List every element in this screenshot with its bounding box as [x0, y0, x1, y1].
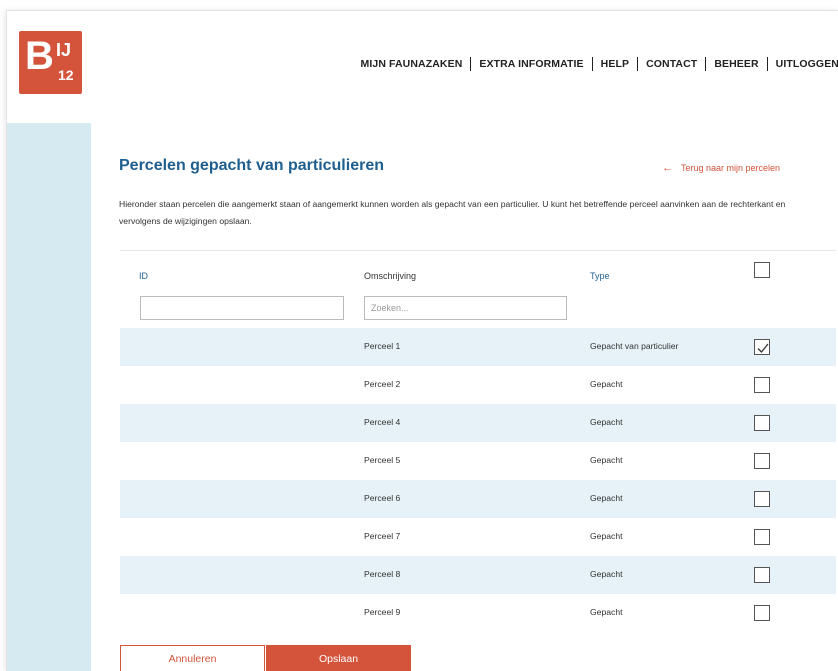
nav-separator — [591, 57, 593, 71]
save-button[interactable]: Opslaan — [266, 645, 411, 671]
table-row: Perceel 8 Gepacht — [120, 556, 836, 594]
table-row: Perceel 9 Gepacht — [120, 594, 836, 632]
row-checkbox[interactable] — [754, 453, 770, 469]
back-link[interactable]: ← Terug naar mijn percelen — [662, 161, 781, 174]
checkmark-icon — [757, 343, 769, 353]
row-checkbox[interactable] — [754, 491, 770, 507]
table-divider — [120, 250, 836, 251]
logo-ij: IJ — [56, 40, 72, 60]
logo-number: 12 — [58, 67, 74, 83]
table-row: Perceel 7 Gepacht — [120, 518, 836, 556]
sidebar — [7, 123, 91, 671]
omschrijving-search-input[interactable] — [364, 296, 567, 320]
table-row: Perceel 2 Gepacht — [120, 366, 836, 404]
row-type: Gepacht — [590, 455, 623, 465]
intro-text: Hieronder staan percelen die aangemerkt … — [119, 199, 786, 226]
app-window: B IJ 12 MIJN FAUNAZAKEN EXTRA INFORMATIE… — [6, 10, 838, 671]
row-description: Perceel 8 — [364, 569, 401, 579]
nav-uitloggen[interactable]: UITLOGGEN — [776, 58, 838, 70]
id-filter-input[interactable] — [140, 296, 344, 320]
row-type: Gepacht van particulier — [590, 341, 679, 351]
row-type: Gepacht — [590, 569, 623, 579]
table-row: Perceel 5 Gepacht — [120, 442, 836, 480]
nav-extra-informatie[interactable]: EXTRA INFORMATIE — [479, 58, 583, 70]
table-row: Perceel 6 Gepacht — [120, 480, 836, 518]
select-all-checkbox[interactable] — [754, 262, 770, 278]
site-header: B IJ 12 MIJN FAUNAZAKEN EXTRA INFORMATIE… — [7, 11, 838, 123]
arrow-left-icon: ← — [662, 161, 673, 174]
nav-separator — [637, 57, 639, 71]
bij12-logo[interactable]: B IJ 12 — [19, 31, 82, 94]
table-row: Perceel 4 Gepacht — [120, 404, 836, 442]
nav-separator — [766, 57, 768, 71]
row-type: Gepacht — [590, 531, 623, 541]
logo-letter: B — [25, 34, 54, 78]
row-description: Perceel 6 — [364, 493, 401, 503]
row-type: Gepacht — [590, 493, 623, 503]
row-description: Perceel 1 — [364, 341, 401, 351]
row-checkbox[interactable] — [754, 529, 770, 545]
nav-separator — [705, 57, 707, 71]
cancel-button[interactable]: Annuleren — [120, 645, 265, 671]
back-link-label: Terug naar mijn percelen — [681, 163, 781, 173]
nav-contact[interactable]: CONTACT — [646, 58, 697, 70]
row-description: Perceel 4 — [364, 417, 401, 427]
table-body: Perceel 1 Gepacht van particulier Percee… — [120, 328, 836, 632]
row-description: Perceel 2 — [364, 379, 401, 389]
row-checkbox[interactable] — [754, 415, 770, 431]
main-content: Percelen gepacht van particulieren ← Ter… — [91, 123, 838, 671]
row-description: Perceel 9 — [364, 607, 401, 617]
column-header-type[interactable]: Type — [590, 271, 610, 281]
row-checkbox[interactable] — [754, 567, 770, 583]
row-checkbox[interactable] — [754, 605, 770, 621]
nav-beheer[interactable]: BEHEER — [714, 58, 758, 70]
page-title: Percelen gepacht van particulieren — [119, 157, 384, 174]
nav-separator — [470, 57, 472, 71]
row-type: Gepacht — [590, 607, 623, 617]
row-checkbox[interactable] — [754, 339, 770, 355]
table-row: Perceel 1 Gepacht van particulier — [120, 328, 836, 366]
row-checkbox[interactable] — [754, 377, 770, 393]
nav-help[interactable]: HELP — [601, 58, 629, 70]
row-type: Gepacht — [590, 417, 623, 427]
row-description: Perceel 7 — [364, 531, 401, 541]
top-navigation: MIJN FAUNAZAKEN EXTRA INFORMATIE HELP CO… — [361, 57, 838, 71]
column-header-id[interactable]: ID — [139, 271, 148, 281]
row-type: Gepacht — [590, 379, 623, 389]
nav-mijn-faunazaken[interactable]: MIJN FAUNAZAKEN — [361, 58, 463, 70]
column-header-omschrijving: Omschrijving — [364, 271, 417, 281]
row-description: Perceel 5 — [364, 455, 401, 465]
